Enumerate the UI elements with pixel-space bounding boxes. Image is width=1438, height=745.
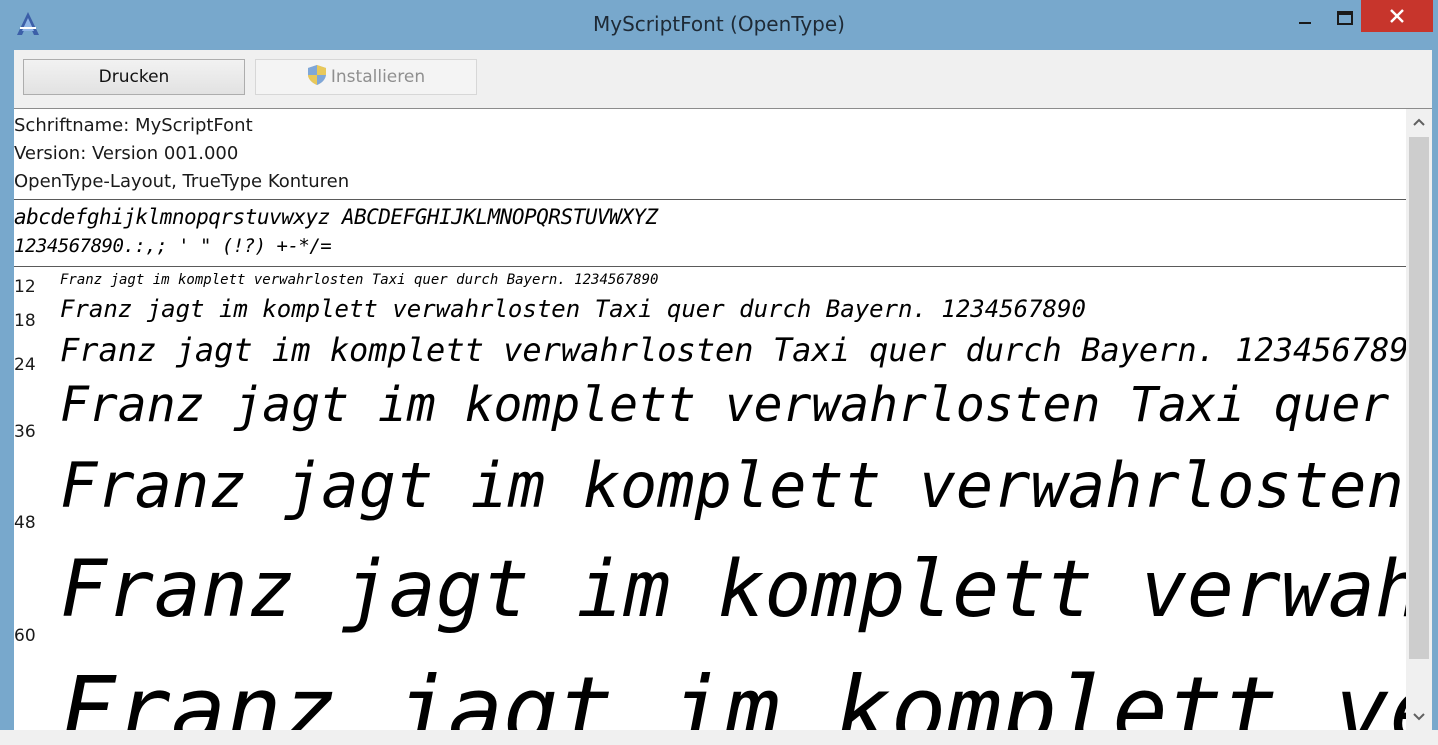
sample-line: Franz jagt im komplett verwahrlosten Tax…	[60, 545, 1406, 635]
size-label: 48	[14, 513, 36, 533]
install-button[interactable]: Installieren	[255, 59, 477, 95]
size-label: 18	[14, 311, 36, 331]
title-bar[interactable]: MyScriptFont (OpenType)	[0, 0, 1438, 50]
sample-line: Franz jagt im komplett verwahrlosten Tax…	[60, 272, 659, 288]
install-label: Installieren	[330, 67, 426, 87]
sample-line: Franz jagt im komplett verwahrlosten Tax…	[60, 295, 1086, 323]
sample-line: Franz jagt im komplett verwahrlosten Tax…	[60, 377, 1406, 433]
client-area: Drucken Installieren Schriftname: MyScri…	[14, 50, 1432, 730]
size-label: 24	[14, 355, 36, 375]
chevron-down-icon	[1413, 713, 1425, 721]
version-line: Version: Version 001.000	[14, 143, 239, 164]
divider	[14, 199, 1406, 200]
window-bottom-edge	[0, 730, 1438, 745]
charset-letters: abcdefghijklmnopqrstuvwxyz ABCDEFGHIJKLM…	[14, 205, 658, 229]
size-label: 36	[14, 422, 36, 442]
size-label: 12	[14, 277, 36, 297]
sample-line: Franz jagt im komplett verwahrlosten Tax…	[60, 449, 1406, 522]
sample-line: Franz jagt im komplett verwahrlosten Tax…	[60, 657, 1406, 730]
vertical-scrollbar[interactable]	[1406, 109, 1432, 730]
toolbar: Drucken Installieren	[14, 50, 1432, 109]
font-preview-pane[interactable]: Schriftname: MyScriptFont Version: Versi…	[14, 109, 1406, 730]
scroll-down-button[interactable]	[1406, 704, 1432, 730]
chevron-up-icon	[1413, 118, 1425, 126]
sample-line: Franz jagt im komplett verwahrlosten Tax…	[60, 331, 1406, 369]
maximize-icon	[1337, 11, 1353, 25]
scroll-up-button[interactable]	[1406, 109, 1432, 135]
minimize-icon	[1299, 22, 1311, 24]
font-name-line: Schriftname: MyScriptFont	[14, 115, 253, 136]
scroll-thumb[interactable]	[1409, 137, 1429, 659]
window-title: MyScriptFont (OpenType)	[593, 12, 845, 36]
size-label: 60	[14, 626, 36, 646]
divider	[14, 266, 1406, 267]
layout-line: OpenType-Layout, TrueType Konturen	[14, 171, 350, 192]
font-viewer-window: MyScriptFont (OpenType) Drucken Installi…	[0, 0, 1438, 745]
close-icon	[1390, 9, 1404, 23]
uac-shield-icon	[307, 64, 327, 91]
charset-symbols: 1234567890.:,; ' " (!?) +-*/=	[14, 235, 332, 257]
print-button[interactable]: Drucken	[23, 59, 245, 95]
close-button[interactable]	[1361, 0, 1433, 32]
